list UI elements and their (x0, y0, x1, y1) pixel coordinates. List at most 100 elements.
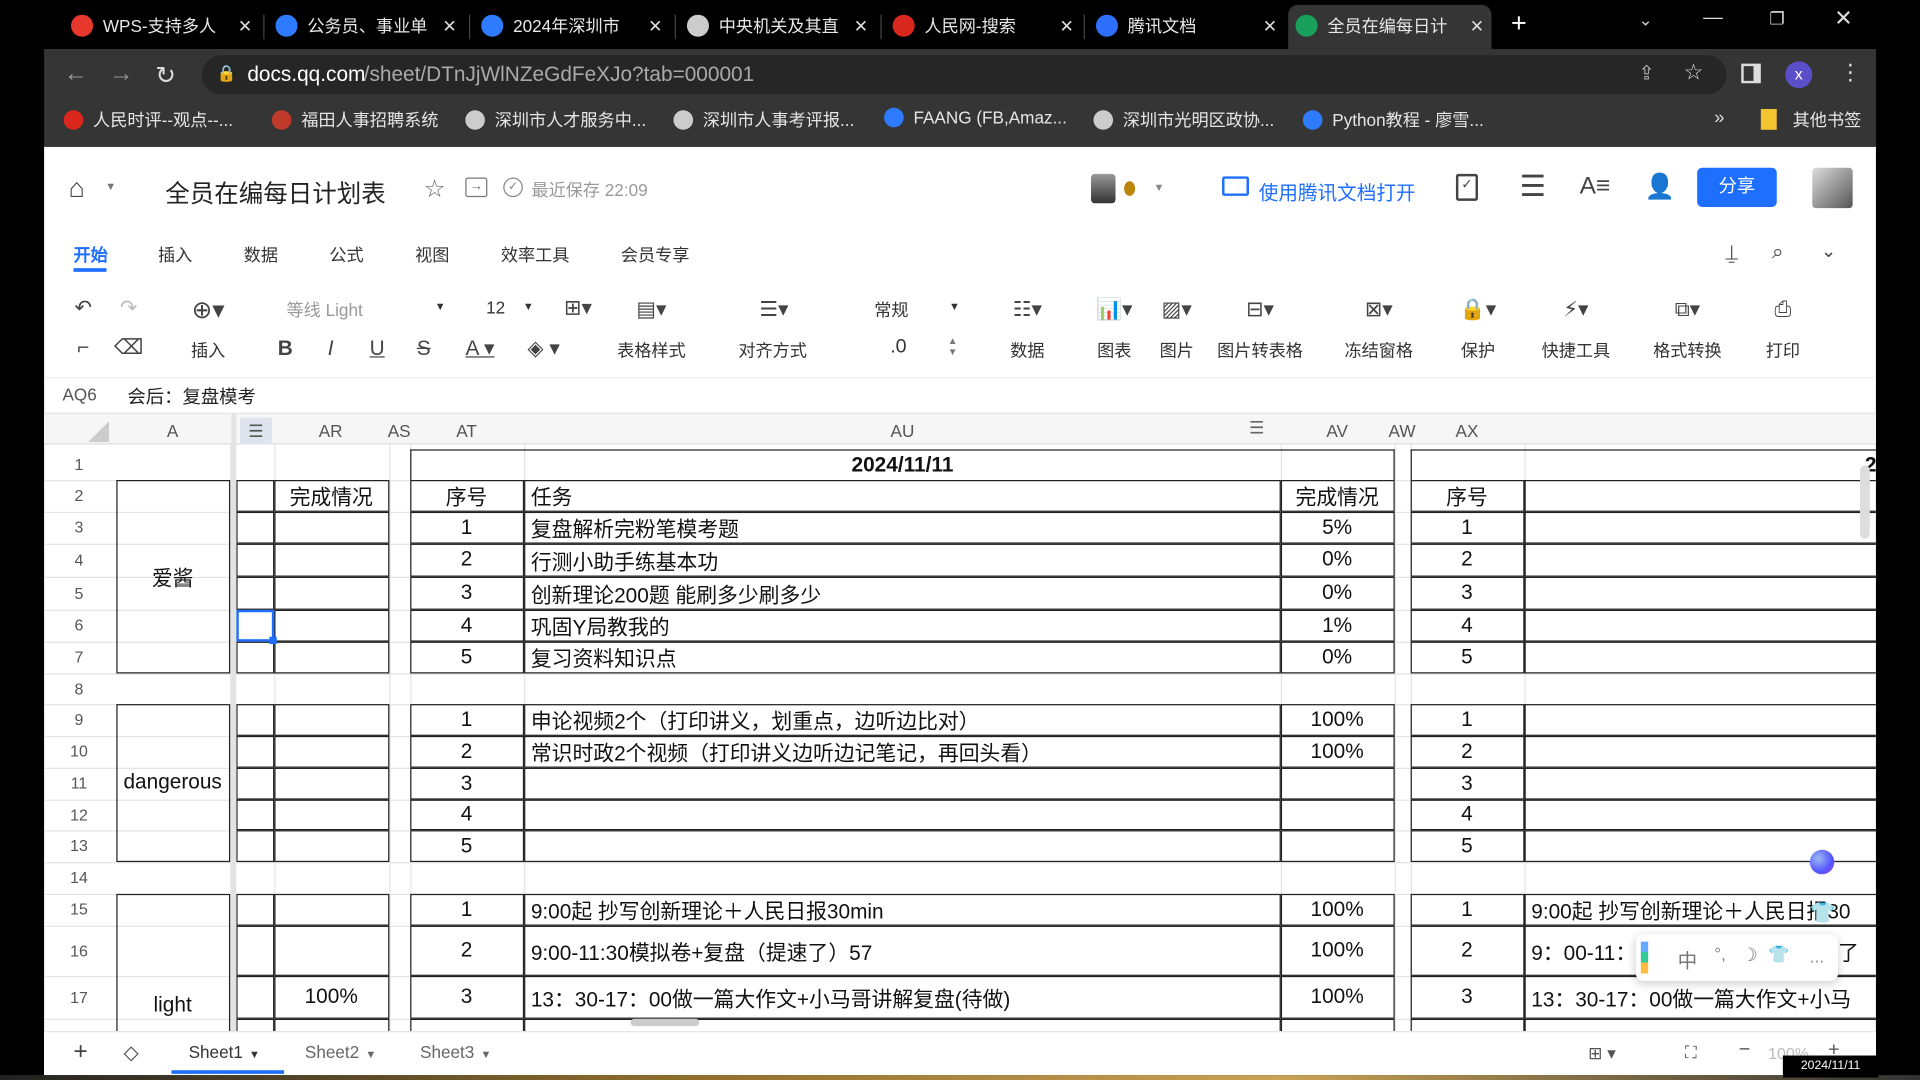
cell-av[interactable]: 0% (1280, 576, 1395, 610)
sheet-tab-dropdown-icon[interactable]: ▼ (365, 1048, 376, 1060)
cell-ar[interactable]: 100% (273, 1018, 389, 1032)
row-header[interactable]: 12 (44, 800, 114, 831)
eraser-icon[interactable]: ⌫ (114, 336, 143, 360)
insert-plus-icon[interactable]: ⊕▾ (192, 294, 225, 325)
new-doc-icon[interactable]: ✓ (1455, 173, 1478, 201)
cell-h[interactable] (235, 767, 274, 799)
align-icon[interactable]: ☰▾ (759, 298, 788, 322)
undo-icon[interactable]: ↶ (75, 296, 92, 320)
side-panel-icon[interactable] (1741, 63, 1761, 84)
cell-h[interactable] (235, 576, 274, 610)
cell-av[interactable]: 100% (1280, 1018, 1395, 1032)
row-header[interactable]: 15 (44, 894, 114, 926)
cell-au[interactable]: 复习资料知识点 (523, 641, 1281, 673)
cell-au[interactable]: 复盘解析完粉笔模考题 (523, 511, 1281, 544)
collaborators-dropdown-icon[interactable]: ▼ (1153, 181, 1164, 193)
browser-tab[interactable]: 2024年深圳市 ✕ (474, 7, 670, 44)
chart-icon[interactable]: 📊▾ (1096, 298, 1132, 322)
new-tab-button[interactable]: + (1511, 7, 1527, 39)
cell-at[interactable]: 2 (409, 925, 524, 976)
cell-h[interactable] (235, 479, 274, 512)
cell-ay[interactable] (1523, 767, 1876, 799)
cell-ax[interactable]: 3 (1410, 767, 1524, 799)
cell-au[interactable]: 申论视频2个（打印讲义，划重点，边听边比对） (523, 703, 1281, 736)
cell-ax[interactable]: 2 (1410, 735, 1524, 768)
collaborate-icon[interactable]: 👤 (1645, 171, 1675, 202)
column-header[interactable]: AT (442, 418, 491, 445)
menu-tab[interactable]: 公式 (329, 242, 363, 266)
row-header[interactable]: 3 (44, 512, 114, 544)
freeze-icon[interactable]: ⊠▾ (1365, 298, 1393, 322)
redo-icon[interactable]: ↷ (120, 296, 137, 320)
cell-av[interactable]: 完成情况 (1280, 479, 1395, 512)
cell-au[interactable]: 任务 (523, 479, 1281, 512)
cell-ax[interactable]: 1 (1410, 511, 1524, 544)
column-header[interactable]: AX (1442, 418, 1491, 445)
column-header[interactable]: AS (375, 418, 424, 445)
menu-tab[interactable]: 效率工具 (501, 242, 570, 266)
row-header[interactable]: 17 (44, 976, 114, 1019)
freeze-button[interactable]: 冻结窗格 (1345, 338, 1414, 362)
row-header[interactable]: 16 (44, 926, 114, 976)
quick-tools-button[interactable]: 快捷工具 (1542, 338, 1611, 362)
font-dropdown-icon[interactable]: ▼ (435, 300, 446, 312)
sheet-list-icon[interactable]: ◇ (124, 1041, 139, 1065)
address-bar[interactable]: 🔒 docs.qq.com /sheet/DTnJjWlNZeGdFeXJo?t… (202, 55, 1727, 95)
data-button[interactable]: 数据 (1010, 338, 1044, 362)
filter-icon[interactable]: ☰ (240, 417, 272, 445)
vertical-scrollbar[interactable] (1860, 465, 1870, 539)
row-header[interactable]: 5 (44, 577, 114, 610)
date-header-next[interactable]: 2 (1410, 449, 1876, 481)
bookmark[interactable]: 深圳市人事考评报... (673, 108, 854, 132)
collaborator-avatar-small[interactable] (1124, 181, 1136, 196)
date-header[interactable]: 2024/11/11 (410, 449, 1395, 481)
column-header[interactable]: AR (306, 418, 355, 445)
fill-color-icon[interactable]: ◈ ▾ (528, 337, 560, 361)
formula-input[interactable]: 会后：复盘模考 (127, 383, 256, 409)
share-button[interactable]: 分享 (1697, 167, 1777, 207)
text-style-icon[interactable]: A≡ (1580, 173, 1611, 201)
cell-ay[interactable] (1523, 735, 1876, 768)
cell-av[interactable]: 100% (1280, 735, 1395, 768)
number-format-dropdown-icon[interactable]: ▼ (949, 300, 960, 312)
cell-av[interactable]: 100% (1280, 703, 1395, 736)
freeze-line[interactable] (231, 413, 237, 1032)
cell-ar[interactable] (273, 829, 389, 862)
favorite-star-icon[interactable]: ☆ (424, 174, 446, 205)
chart-button[interactable]: 图表 (1097, 338, 1131, 362)
profile-avatar[interactable]: x (1785, 61, 1813, 89)
punctuation-icon[interactable]: °, (1714, 944, 1726, 964)
home-icon[interactable]: ⌂ (69, 173, 85, 205)
cell-ay[interactable]: 13：30-17：00做一篇大作文+小马 (1523, 975, 1876, 1019)
cell-ar[interactable] (273, 703, 389, 736)
column-header[interactable]: AW (1378, 418, 1427, 445)
tab-search-icon[interactable]: ⌄ (1638, 10, 1652, 31)
minimize-button[interactable]: — (1703, 7, 1723, 29)
cell-h[interactable] (235, 543, 274, 577)
tab-close-icon[interactable]: ✕ (238, 15, 252, 36)
presenter-icon[interactable]: ⍊ (1725, 241, 1737, 265)
cell-h[interactable] (235, 893, 274, 926)
cell-at[interactable]: 2 (409, 735, 524, 768)
cell-au[interactable]: 9:00起 抄写创新理论＋人民日报30min (523, 893, 1281, 926)
cell-h[interactable] (235, 511, 274, 544)
cell-at[interactable]: 5 (409, 641, 524, 673)
tab-close-icon[interactable]: ✕ (1470, 15, 1484, 36)
bookmark[interactable]: 深圳市人才服务中... (465, 108, 646, 132)
cell-h[interactable] (235, 975, 274, 1019)
cell-ax[interactable]: 1 (1410, 893, 1524, 926)
font-size-dropdown-icon[interactable]: ▼ (523, 300, 534, 312)
restore-button[interactable]: ❐ (1769, 9, 1784, 30)
row-header[interactable]: 13 (44, 830, 114, 862)
image-icon[interactable]: ▨▾ (1162, 298, 1192, 322)
group-name-cell[interactable]: light (115, 893, 230, 1032)
select-all-corner[interactable] (88, 421, 109, 443)
italic-icon[interactable]: I (328, 337, 334, 361)
cell-at[interactable]: 1 (409, 703, 524, 736)
cell-ax[interactable]: 3 (1410, 576, 1524, 610)
fullscreen-icon[interactable]: ⛶ (1685, 1042, 1697, 1063)
font-select[interactable]: 等线 Light (287, 298, 363, 322)
cell-ay[interactable] (1523, 576, 1876, 610)
browser-menu-icon[interactable]: ⋮ (1839, 60, 1861, 86)
cell-au[interactable] (523, 767, 1281, 799)
